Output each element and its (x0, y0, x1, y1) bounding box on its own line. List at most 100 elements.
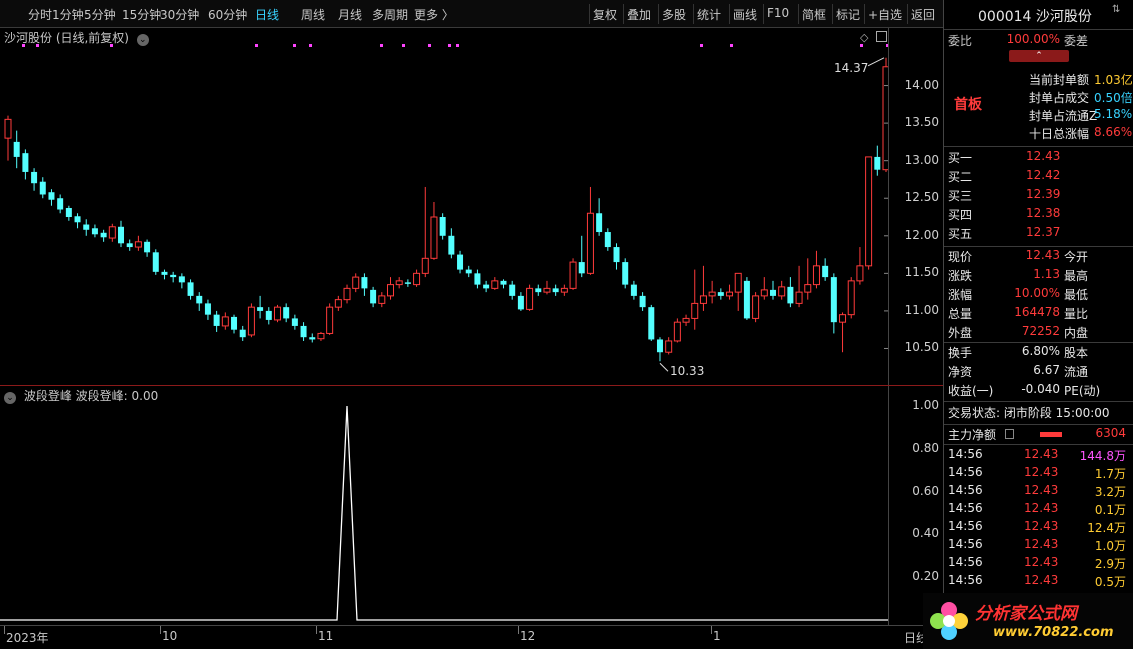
toolbar-action-0[interactable]: 复权 (593, 6, 617, 23)
toolbar-action-7[interactable]: 标记 (836, 6, 860, 23)
list-icon[interactable] (1005, 429, 1014, 439)
toolbar-action-1[interactable]: 叠加 (627, 6, 651, 23)
fund-label: 收益(一) (948, 384, 994, 398)
date-axis-tick (160, 626, 161, 634)
quote-label: 涨幅 (948, 288, 973, 302)
indicator-chart[interactable]: ⌄ 波段登峰 波段登峰: 0.00 1.00 0.80 0.60 0.40 0.20 (0, 385, 943, 625)
candle-body (560, 287, 568, 293)
sort-icon[interactable]: ⇅ (1112, 4, 1120, 15)
candle (395, 277, 403, 289)
candle (874, 145, 881, 176)
toolbar-tab-6[interactable]: 日线 (255, 6, 279, 23)
candle-body (221, 316, 229, 327)
toolbar-tab-10[interactable]: 更多 〉 (414, 6, 454, 23)
candle (13, 130, 20, 169)
candle (257, 295, 264, 319)
candle (509, 280, 516, 300)
tick-time: 14:56 (948, 555, 983, 569)
panel-toggle-icon[interactable] (876, 31, 887, 42)
indicator-tick-label: 0.80 (912, 440, 939, 455)
diamond-icon[interactable]: ◇ (860, 31, 868, 44)
toolbar-tab-1[interactable]: 1分钟 (52, 6, 84, 23)
seal-value: 8.66% (1094, 125, 1132, 139)
logo-url: www.70822.com (993, 625, 1114, 640)
kline-chart[interactable]: 沙河股份 (日线,前复权) ⌄ 14.37 10.33 14.00 13.50 13.… (0, 28, 943, 385)
fund-row: 净资 6.67 流通 (944, 363, 1133, 382)
fund-label: 换手 (948, 346, 973, 360)
quote-label-2: 内盘 (1064, 326, 1089, 340)
candle (656, 337, 663, 362)
toolbar-action-6[interactable]: 简框 (802, 6, 826, 23)
candle (665, 337, 673, 355)
toolbar-action-9[interactable]: 返回 (911, 6, 935, 23)
candle (578, 235, 585, 278)
candle-body (483, 284, 490, 289)
seal-row: 封单占成交 0.50倍 (944, 89, 1133, 108)
toolbar-tab-8[interactable]: 月线 (338, 6, 362, 23)
bid-label: 买五 (948, 227, 973, 241)
candle-body (812, 265, 820, 286)
candle (91, 224, 98, 238)
candle-body (622, 262, 629, 285)
toolbar-tab-0[interactable]: 分时 (28, 6, 52, 23)
toolbar-action-4[interactable]: 画线 (733, 6, 757, 23)
candle-body (257, 307, 264, 311)
tick-row: 14:56 12.43 12.4万 (944, 519, 1133, 538)
candle-body (378, 295, 386, 304)
candle-body (874, 156, 881, 170)
date-axis-label: 12 (520, 629, 536, 643)
candle (708, 280, 716, 304)
candle-body (569, 261, 577, 289)
seal-label: 十日总涨幅 (1029, 127, 1090, 141)
candle-body (760, 289, 768, 297)
candle (239, 325, 246, 341)
signal-dot (456, 44, 459, 47)
candle (152, 249, 159, 275)
toolbar-action-8[interactable]: +自选 (868, 6, 902, 23)
quote-label: 涨跌 (948, 269, 973, 283)
fund-label: 净资 (948, 365, 973, 379)
toolbar-tab-5[interactable]: 60分钟 (208, 6, 247, 23)
high-price-marker: 14.37 (834, 61, 868, 75)
candle (57, 194, 64, 214)
toolbar-tab-4[interactable]: 30分钟 (160, 6, 199, 23)
candle (170, 271, 177, 283)
candle-body (726, 291, 734, 297)
candle-body (717, 292, 724, 296)
collapse-icon[interactable]: ⌃ (1009, 50, 1069, 62)
date-axis-label: 1 (713, 629, 721, 643)
tick-volume: 1.7万 (1094, 467, 1126, 481)
tick-volume: 3.2万 (1094, 485, 1126, 499)
toolbar-action-2[interactable]: 多股 (662, 6, 686, 23)
toolbar-tab-9[interactable]: 多周期 (372, 6, 408, 23)
signal-dot (448, 44, 451, 47)
candle-body (656, 339, 663, 353)
toolbar-tab-3[interactable]: 15分钟 (122, 6, 161, 23)
candle (370, 286, 377, 308)
candle-body (795, 291, 803, 304)
candle (691, 269, 699, 330)
toolbar-divider (798, 4, 799, 24)
toolbar-action-5[interactable]: F10 (767, 6, 789, 20)
toolbar-action-3[interactable]: 统计 (697, 6, 721, 23)
candle (65, 205, 72, 221)
toolbar-tab-2[interactable]: 5分钟 (84, 6, 116, 23)
toolbar-divider (832, 4, 833, 24)
candle (134, 235, 142, 251)
period-toolbar: 分时 1分钟 5分钟 15分钟 30分钟 60分钟 日线 周线 月线 多周期 更多 〉 复权 叠加 多股… (0, 0, 943, 28)
candle (822, 258, 829, 281)
candle-body (526, 287, 534, 310)
candle (795, 265, 803, 308)
candle (586, 186, 594, 275)
price-tick-label: 13.50 (904, 115, 939, 130)
toolbar-tab-7[interactable]: 周线 (301, 6, 325, 23)
candle (283, 303, 290, 323)
price-tick-label: 14.00 (904, 77, 939, 92)
candle (22, 149, 29, 180)
tick-volume: 0.1万 (1094, 503, 1126, 517)
watermark-logo: 分析家公式网 www.70822.com (923, 593, 1133, 649)
candle (334, 295, 342, 311)
quote-value: 164478 (1014, 305, 1060, 319)
bid-row: 买四 12.38 (944, 206, 1133, 225)
candle-body (743, 280, 750, 319)
